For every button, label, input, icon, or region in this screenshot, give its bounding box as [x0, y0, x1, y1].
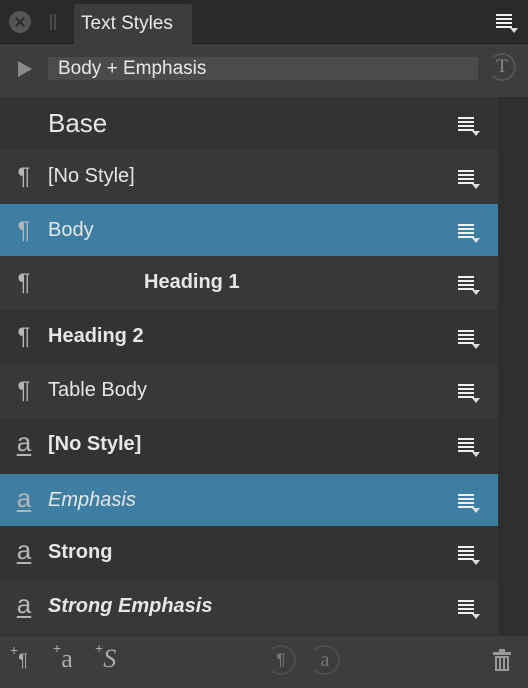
current-style-label: Body + Emphasis — [58, 58, 207, 79]
pilcrow-icon: ¶ — [17, 323, 31, 350]
paragraph-style-row[interactable]: ¶ Body — [0, 204, 498, 258]
pilcrow-icon: ¶ — [17, 377, 31, 404]
style-menu-icon[interactable] — [458, 330, 480, 349]
character-style-row[interactable]: a [No Style] — [0, 418, 498, 472]
add-character-style-button[interactable]: +a — [53, 640, 73, 674]
style-label: Heading 1 — [144, 271, 240, 293]
style-menu-icon[interactable] — [458, 224, 480, 243]
style-label: Table Body — [48, 379, 147, 401]
style-menu-icon[interactable] — [458, 276, 480, 295]
plus-icon: + — [53, 640, 62, 657]
add-paragraph-style-button[interactable]: +¶ — [10, 642, 28, 673]
character-a-icon: a — [16, 427, 32, 457]
style-menu-icon[interactable] — [458, 170, 480, 189]
bottom-toolbar: +¶ +a +S ¶ a — [0, 636, 528, 688]
paragraph-style-row[interactable]: ¶ Heading 1 — [0, 256, 498, 310]
drag-grip-icon[interactable] — [50, 14, 56, 30]
plus-icon: + — [95, 640, 104, 657]
styles-list: Base ¶ [No Style] ¶ Body ¶ Heading 1 ¶ Heading … — [0, 97, 528, 636]
current-style-bar: Body + Emphasis T — [0, 44, 528, 97]
clear-paragraph-style-button[interactable]: ¶ — [266, 645, 296, 675]
panel-menu-icon[interactable] — [496, 14, 518, 33]
style-label: Strong Emphasis — [48, 595, 213, 617]
tab-text-styles[interactable]: Text Styles — [74, 4, 192, 44]
style-label: [No Style] — [48, 165, 135, 187]
character-a-icon: a — [16, 535, 32, 565]
character-style-row[interactable]: a Strong Emphasis — [0, 580, 498, 634]
add-group-button[interactable]: +S — [95, 640, 117, 674]
group-label: Base — [48, 108, 108, 138]
style-menu-icon[interactable] — [458, 438, 480, 457]
trash-icon[interactable] — [493, 649, 511, 671]
plus-icon: + — [10, 642, 19, 658]
style-label: Emphasis — [48, 489, 136, 511]
pilcrow-icon: ¶ — [18, 650, 28, 671]
character-a-icon: a — [16, 589, 32, 619]
style-label: Heading 2 — [48, 325, 144, 347]
paragraph-style-row[interactable]: ¶ Heading 2 — [0, 310, 498, 364]
scrollbar[interactable] — [498, 97, 528, 636]
style-menu-icon[interactable] — [458, 384, 480, 403]
style-label: [No Style] — [48, 433, 142, 455]
style-label: Body — [48, 219, 94, 241]
character-style-row[interactable]: a Strong — [0, 526, 498, 580]
group-s-icon: S — [103, 644, 117, 673]
close-icon[interactable] — [9, 11, 31, 33]
style-label: Strong — [48, 541, 113, 563]
clear-formatting-button[interactable]: T — [488, 53, 516, 81]
current-style-field: Body + Emphasis — [48, 57, 478, 80]
clear-character-style-button[interactable]: a — [310, 645, 340, 675]
character-a-icon: a — [16, 483, 32, 513]
group-header-base[interactable]: Base — [0, 97, 498, 151]
tab-label: Text Styles — [81, 13, 173, 34]
paragraph-style-row[interactable]: ¶ Table Body — [0, 364, 498, 418]
character-style-row[interactable]: a Emphasis — [0, 474, 498, 528]
style-menu-icon[interactable] — [458, 117, 480, 136]
panel-titlebar: Text Styles — [0, 0, 528, 44]
play-triangle-icon[interactable] — [18, 61, 32, 77]
paragraph-style-row[interactable]: ¶ [No Style] — [0, 150, 498, 204]
pilcrow-icon: ¶ — [17, 163, 31, 190]
style-menu-icon[interactable] — [458, 600, 480, 619]
pilcrow-icon: ¶ — [17, 269, 31, 296]
pilcrow-icon: ¶ — [17, 217, 31, 244]
character-a-icon: a — [61, 644, 73, 673]
style-menu-icon[interactable] — [458, 546, 480, 565]
style-menu-icon[interactable] — [458, 494, 480, 513]
